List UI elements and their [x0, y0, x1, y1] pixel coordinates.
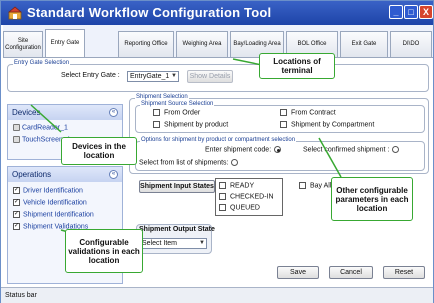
operation-item-label: Vehicle Identification: [23, 199, 87, 207]
checkbox-box[interactable]: [280, 109, 287, 116]
status-bar: Status bar: [1, 287, 433, 303]
entry-gate-select[interactable]: EntryGate_1 ▼: [127, 71, 179, 82]
operation-item[interactable]: ✓ Shipment Identification: [13, 211, 94, 218]
state-label: QUEUED: [230, 204, 260, 212]
callout-locations: Locations of terminal: [259, 53, 335, 79]
state-ready-checkbox[interactable]: READY: [219, 182, 254, 189]
enter-shipment-code-label: Enter shipment code:: [205, 146, 272, 154]
devices-header: Devices «: [8, 105, 122, 120]
chevron-down-icon: ▼: [199, 240, 205, 246]
shipment-selection-label: Shipment Selection: [135, 94, 189, 100]
callout-validations: Configurable validations in each locatio…: [65, 229, 143, 273]
device-item-label: CardReader_1: [22, 124, 68, 132]
select-confirmed-label: Select confirmed shipment :: [303, 146, 390, 154]
operation-item-label: Driver Identification: [23, 187, 83, 195]
operation-item[interactable]: ✓ Driver Identification: [13, 187, 83, 194]
title-bar: Standard Workflow Configuration Tool _ □…: [1, 1, 433, 25]
checkbox-box[interactable]: [280, 121, 287, 128]
check-icon[interactable]: ✓: [13, 187, 20, 194]
checkbox-box[interactable]: [299, 182, 306, 189]
checkbox-box[interactable]: [219, 204, 226, 211]
tab-di-do[interactable]: DI\DO: [390, 31, 432, 57]
from-contract-label: From Contract: [291, 109, 336, 117]
shipment-by-compartment-checkbox[interactable]: Shipment by Compartment: [280, 121, 374, 128]
operations-collapse-icon[interactable]: «: [109, 170, 118, 179]
callout-devices: Devices in the location: [61, 137, 137, 165]
checkbox-box[interactable]: [153, 121, 160, 128]
window-title: Standard Workflow Configuration Tool: [27, 5, 272, 20]
output-state-label: Shipment Output State: [139, 226, 215, 233]
show-details-button[interactable]: Show Details: [187, 70, 233, 83]
shipment-options-label: Options for shipment by product or compa…: [140, 137, 297, 143]
check-icon[interactable]: ✓: [13, 211, 20, 218]
operations-header: Operations «: [8, 167, 122, 182]
operation-item[interactable]: ✓ Vehicle Identification: [13, 199, 87, 206]
checkbox-box[interactable]: [219, 193, 226, 200]
shipment-by-product-label: Shipment by product: [164, 121, 229, 129]
devices-collapse-icon[interactable]: «: [109, 108, 118, 117]
tab-exit-gate[interactable]: Exit Gate: [340, 31, 388, 57]
tab-reporting-office[interactable]: Reporting Office: [118, 31, 174, 57]
from-order-label: From Order: [164, 109, 201, 117]
select-entry-gate-label: Select Entry Gate :: [61, 72, 120, 79]
cancel-button[interactable]: Cancel: [329, 266, 373, 279]
app-icon: [8, 6, 22, 20]
state-label: READY: [230, 182, 255, 190]
checkbox-box[interactable]: [219, 182, 226, 189]
tab-weighing-area[interactable]: Weighing Area: [176, 31, 228, 57]
select-confirmed-shipment-option[interactable]: Select confirmed shipment :: [303, 146, 400, 154]
chevron-down-icon: ▼: [171, 73, 177, 79]
checkbox-box[interactable]: [153, 109, 160, 116]
shipment-input-states-button[interactable]: Shipment Input States: [139, 180, 215, 193]
output-state-select[interactable]: Select Item ▼: [139, 238, 207, 249]
enter-shipment-code-option[interactable]: Enter shipment code:: [205, 146, 282, 154]
shipment-by-compartment-label: Shipment by Compartment: [291, 121, 375, 129]
app-window: Standard Workflow Configuration Tool _ □…: [0, 0, 434, 303]
devices-title: Devices: [12, 108, 41, 117]
tab-entry-gate[interactable]: Entry Gate: [45, 29, 85, 57]
shipment-source-label: Shipment Source Selection: [140, 101, 215, 107]
radio-button[interactable]: [231, 159, 239, 166]
tab-strip: Site Configuration Entry Gate Reporting …: [3, 25, 433, 57]
from-order-checkbox[interactable]: From Order: [153, 109, 200, 116]
state-label: CHECKED-IN: [230, 193, 274, 201]
select-from-list-label: Select from list of shipments:: [139, 159, 229, 167]
state-queued-checkbox[interactable]: QUEUED: [219, 204, 260, 211]
tab-site-configuration[interactable]: Site Configuration: [3, 31, 43, 57]
entry-gate-selection-label: Entry Gate Selection: [13, 60, 71, 66]
check-icon[interactable]: ✓: [13, 199, 20, 206]
radio-button[interactable]: [392, 146, 400, 153]
callout-other-parameters: Other configurable parameters in each lo…: [331, 177, 413, 221]
close-button[interactable]: X: [419, 5, 433, 19]
entry-gate-select-value: EntryGate_1: [130, 73, 170, 80]
state-checked-in-checkbox[interactable]: CHECKED-IN: [219, 193, 274, 200]
shipment-by-product-checkbox[interactable]: Shipment by product: [153, 121, 228, 128]
operations-title: Operations: [12, 170, 52, 179]
save-button[interactable]: Save: [277, 266, 319, 279]
input-states-list: READY CHECKED-IN QUEUED: [215, 178, 283, 216]
card-reader-icon: [13, 124, 20, 131]
device-item[interactable]: CardReader_1: [13, 124, 68, 131]
touchscreen-icon: [13, 136, 20, 143]
select-from-list-option[interactable]: Select from list of shipments:: [139, 159, 239, 167]
from-contract-checkbox[interactable]: From Contract: [280, 109, 336, 116]
check-icon[interactable]: ✓: [13, 223, 20, 230]
minimize-button[interactable]: _: [389, 5, 403, 19]
maximize-button[interactable]: □: [404, 5, 418, 19]
operation-item-label: Shipment Identification: [23, 211, 94, 219]
reset-button[interactable]: Reset: [383, 266, 425, 279]
radio-button[interactable]: [274, 146, 282, 153]
output-state-value: Select Item: [142, 240, 178, 247]
